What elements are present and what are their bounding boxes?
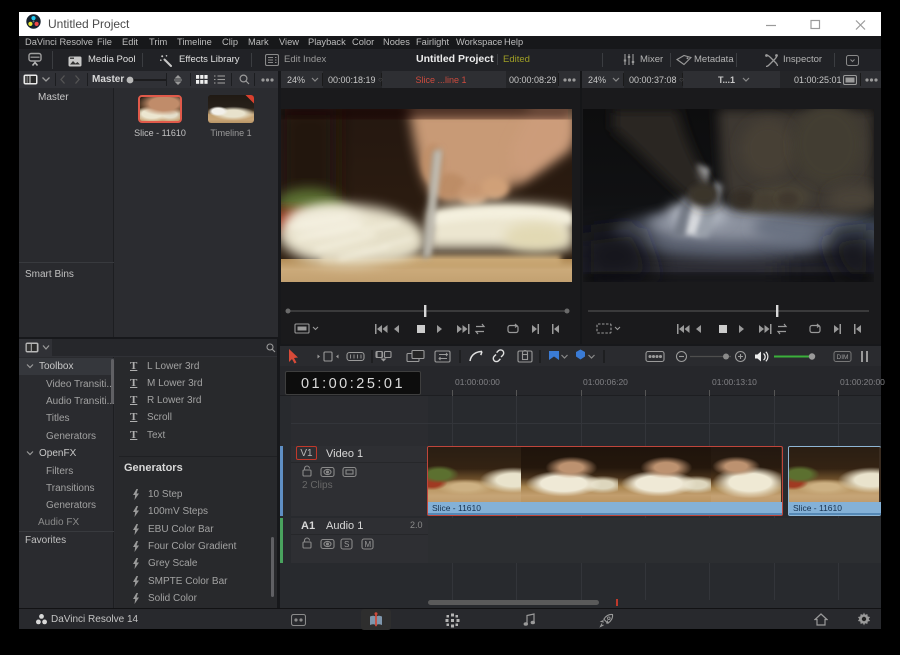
svg-text:S: S: [344, 540, 349, 549]
svg-text:M: M: [365, 540, 372, 549]
svg-text:DIM: DIM: [837, 354, 849, 361]
